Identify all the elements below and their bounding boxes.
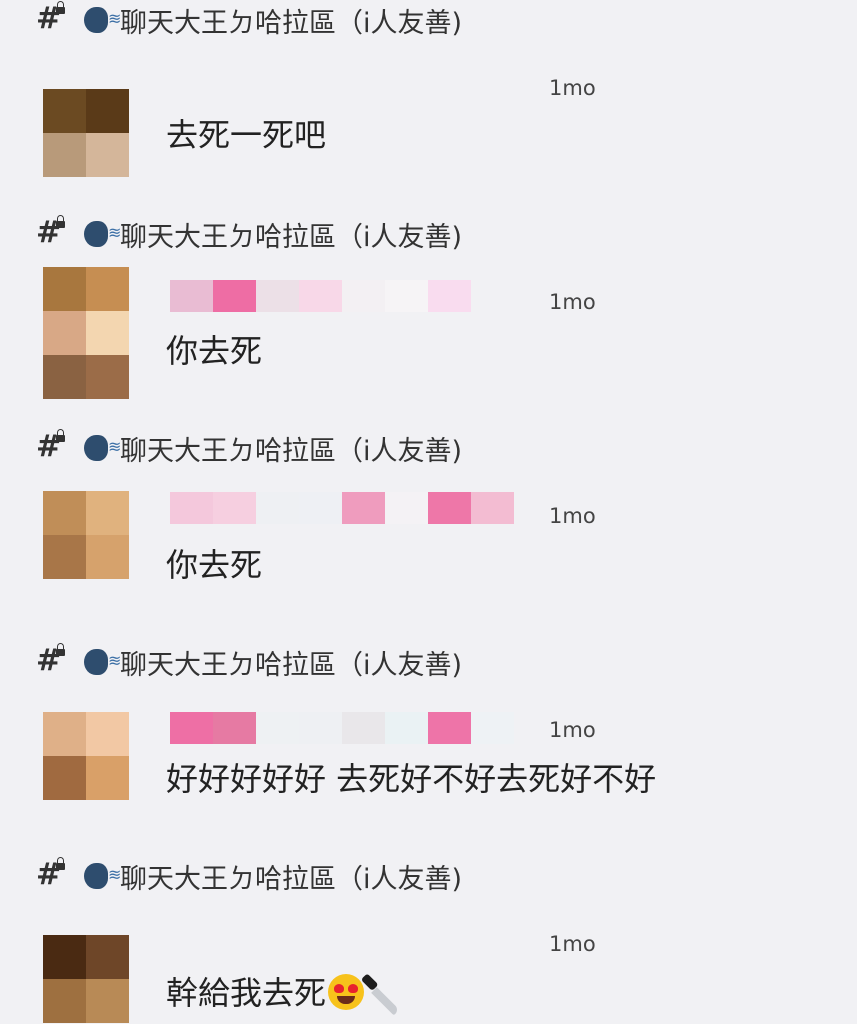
timestamp: 1mo	[549, 932, 596, 956]
message-item[interactable]: # ≋ 聊天大王ㄉ哈拉區（i人友善) 1mo 你去死	[0, 214, 857, 428]
message-item[interactable]: # ≋ 聊天大王ㄉ哈拉區（i人友善) 1mo 幹給我去死	[0, 856, 857, 1024]
channel-name: 聊天大王ㄉ哈拉區（i人友善)	[120, 7, 463, 39]
channel-tag[interactable]: # ≋ 聊天大王ㄉ哈拉區（i人友善)	[36, 429, 463, 467]
channel-name: 聊天大王ㄉ哈拉區（i人友善)	[120, 221, 463, 253]
message-item[interactable]: # ≋ 聊天大王ㄉ哈拉區（i人友善) 1mo 你去死	[0, 428, 857, 642]
hashtag-lock-icon: #	[36, 857, 70, 893]
timestamp: 1mo	[549, 504, 596, 528]
message-text: 你去死	[166, 546, 263, 584]
channel-tag[interactable]: # ≋ 聊天大王ㄉ哈拉區（i人友善)	[36, 1, 463, 39]
avatar[interactable]	[43, 491, 129, 579]
username-redacted[interactable]	[170, 712, 514, 744]
avatar[interactable]	[43, 89, 129, 177]
speaking-head-icon: ≋	[82, 860, 121, 892]
message-text: 好好好好好 去死好不好去死好不好	[166, 760, 657, 798]
username-redacted[interactable]	[170, 280, 471, 312]
channel-tag[interactable]: # ≋ 聊天大王ㄉ哈拉區（i人友善)	[36, 643, 463, 681]
message-text: 去死一死吧	[166, 116, 327, 154]
avatar[interactable]	[43, 712, 129, 800]
message-item[interactable]: # ≋ 聊天大王ㄉ哈拉區（i人友善) 1mo 好好好好好 去死好不好去死好不好	[0, 642, 857, 856]
hashtag-lock-icon: #	[36, 1, 70, 37]
avatar[interactable]	[43, 267, 129, 399]
timestamp: 1mo	[549, 290, 596, 314]
hashtag-lock-icon: #	[36, 429, 70, 465]
username-redacted[interactable]	[170, 492, 514, 524]
speaking-head-icon: ≋	[82, 4, 121, 36]
channel-tag[interactable]: # ≋ 聊天大王ㄉ哈拉區（i人友善)	[36, 215, 463, 253]
channel-name: 聊天大王ㄉ哈拉區（i人友善)	[120, 435, 463, 467]
hashtag-lock-icon: #	[36, 643, 70, 679]
timestamp: 1mo	[549, 76, 596, 100]
message-item[interactable]: # ≋ 聊天大王ㄉ哈拉區（i人友善) 1mo 去死一死吧	[0, 0, 857, 214]
timestamp: 1mo	[549, 718, 596, 742]
channel-name: 聊天大王ㄉ哈拉區（i人友善)	[120, 649, 463, 681]
channel-tag[interactable]: # ≋ 聊天大王ㄉ哈拉區（i人友善)	[36, 857, 463, 895]
avatar[interactable]	[43, 935, 129, 1023]
message-text-row: 幹給我去死	[166, 968, 404, 1016]
speaking-head-icon: ≋	[82, 218, 121, 250]
kitchen-knife-emoji-icon	[360, 970, 404, 1016]
speaking-head-icon: ≋	[82, 432, 121, 464]
message-text: 你去死	[166, 332, 263, 370]
message-text: 幹給我去死	[166, 974, 327, 1012]
hashtag-lock-icon: #	[36, 215, 70, 251]
channel-name: 聊天大王ㄉ哈拉區（i人友善)	[120, 863, 463, 895]
speaking-head-icon: ≋	[82, 646, 121, 678]
heart-eyes-emoji-icon	[328, 974, 365, 1010]
